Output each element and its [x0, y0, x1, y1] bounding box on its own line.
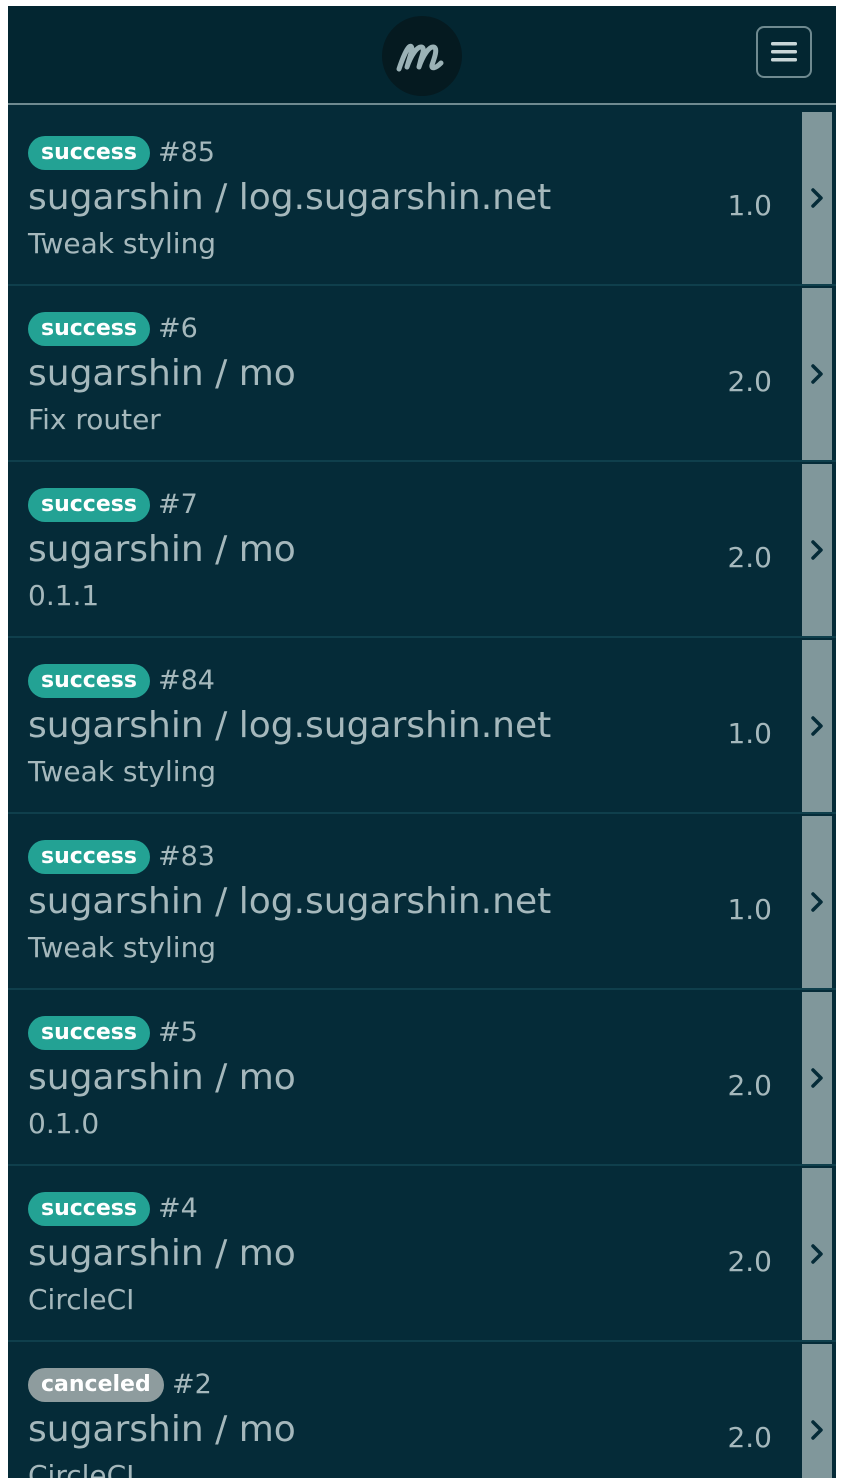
build-row[interactable]: success #83 sugarshin / log.sugarshin.net T… [8, 814, 836, 990]
repo-name: sugarshin / mo [28, 529, 296, 570]
build-row[interactable]: success #85 sugarshin / log.sugarshin.net T… [8, 110, 836, 286]
repo-name: sugarshin / mo [28, 1233, 296, 1274]
build-row-body[interactable]: success #84 sugarshin / log.sugarshin.net T… [8, 638, 802, 812]
commit-message: Tweak styling [28, 227, 217, 260]
version-label: 2.0 [727, 1069, 772, 1102]
chevron-right-icon [811, 716, 823, 736]
row-detail-button[interactable] [802, 992, 832, 1164]
status-badge: success [28, 312, 150, 346]
commit-message: Fix router [28, 403, 161, 436]
repo-name: sugarshin / log.sugarshin.net [28, 177, 552, 218]
version-label: 1.0 [727, 189, 772, 222]
status-badge: success [28, 664, 150, 698]
repo-name: sugarshin / mo [28, 1409, 296, 1450]
chevron-right-icon [811, 1244, 823, 1264]
status-badge: success [28, 1016, 150, 1050]
row-detail-button[interactable] [802, 1344, 832, 1478]
build-number: #5 [158, 1017, 198, 1048]
build-row-body[interactable]: success #83 sugarshin / log.sugarshin.net T… [8, 814, 802, 988]
status-badge: success [28, 1192, 150, 1226]
build-row-body[interactable]: success #7 sugarshin / mo 0.1.1 2.0 [8, 462, 802, 636]
commit-message: Tweak styling [28, 755, 217, 788]
repo-name: sugarshin / mo [28, 353, 296, 394]
build-row-body[interactable]: success #85 sugarshin / log.sugarshin.net T… [8, 110, 802, 284]
build-number: #83 [158, 841, 215, 872]
status-badge: success [28, 136, 150, 170]
version-label: 1.0 [727, 893, 772, 926]
status-badge: success [28, 488, 150, 522]
logo-m-icon [396, 43, 444, 72]
build-number: #84 [158, 665, 215, 696]
build-number: #85 [158, 137, 215, 168]
repo-name: sugarshin / mo [28, 1057, 296, 1098]
commit-message: 0.1.0 [28, 1107, 100, 1140]
row-detail-button[interactable] [802, 640, 832, 812]
row-detail-button[interactable] [802, 816, 832, 988]
build-number: #4 [158, 1193, 198, 1224]
commit-message: Tweak styling [28, 931, 217, 964]
row-detail-button[interactable] [802, 1168, 832, 1340]
row-detail-button[interactable] [802, 288, 832, 460]
build-row[interactable]: success #7 sugarshin / mo 0.1.1 2.0 [8, 462, 836, 638]
hamburger-icon [771, 42, 797, 62]
status-badge: success [28, 840, 150, 874]
menu-button[interactable] [756, 26, 812, 78]
navbar [8, 6, 836, 105]
build-number: #2 [172, 1369, 212, 1400]
repo-name: sugarshin / log.sugarshin.net [28, 705, 552, 746]
build-row[interactable]: success #84 sugarshin / log.sugarshin.net T… [8, 638, 836, 814]
build-row[interactable]: success #6 sugarshin / mo Fix router 2.0 [8, 286, 836, 462]
row-detail-button[interactable] [802, 464, 832, 636]
repo-name: sugarshin / log.sugarshin.net [28, 881, 552, 922]
build-row-body[interactable]: success #6 sugarshin / mo Fix router 2.0 [8, 286, 802, 460]
chevron-right-icon [811, 1420, 823, 1440]
build-row-body[interactable]: canceled #2 sugarshin / mo CircleCI 2.0 [8, 1342, 802, 1478]
build-list: success #85 sugarshin / log.sugarshin.net T… [8, 110, 836, 1478]
commit-message: CircleCI [28, 1459, 135, 1478]
chevron-right-icon [811, 364, 823, 384]
build-number: #7 [158, 489, 198, 520]
version-label: 1.0 [727, 717, 772, 750]
build-row-body[interactable]: success #5 sugarshin / mo 0.1.0 2.0 [8, 990, 802, 1164]
build-row-body[interactable]: success #4 sugarshin / mo CircleCI 2.0 [8, 1166, 802, 1340]
commit-message: CircleCI [28, 1283, 135, 1316]
logo[interactable] [382, 16, 462, 96]
chevron-right-icon [811, 540, 823, 560]
build-row[interactable]: success #5 sugarshin / mo 0.1.0 2.0 [8, 990, 836, 1166]
build-row[interactable]: success #4 sugarshin / mo CircleCI 2.0 [8, 1166, 836, 1342]
version-label: 2.0 [727, 541, 772, 574]
build-row[interactable]: canceled #2 sugarshin / mo CircleCI 2.0 [8, 1342, 836, 1478]
commit-message: 0.1.1 [28, 579, 100, 612]
version-label: 2.0 [727, 365, 772, 398]
chevron-right-icon [811, 892, 823, 912]
app: success #85 sugarshin / log.sugarshin.net T… [8, 6, 836, 1478]
version-label: 2.0 [727, 1421, 772, 1454]
status-badge: canceled [28, 1368, 164, 1402]
chevron-right-icon [811, 188, 823, 208]
version-label: 2.0 [727, 1245, 772, 1278]
row-detail-button[interactable] [802, 112, 832, 284]
build-number: #6 [158, 313, 198, 344]
chevron-right-icon [811, 1068, 823, 1088]
